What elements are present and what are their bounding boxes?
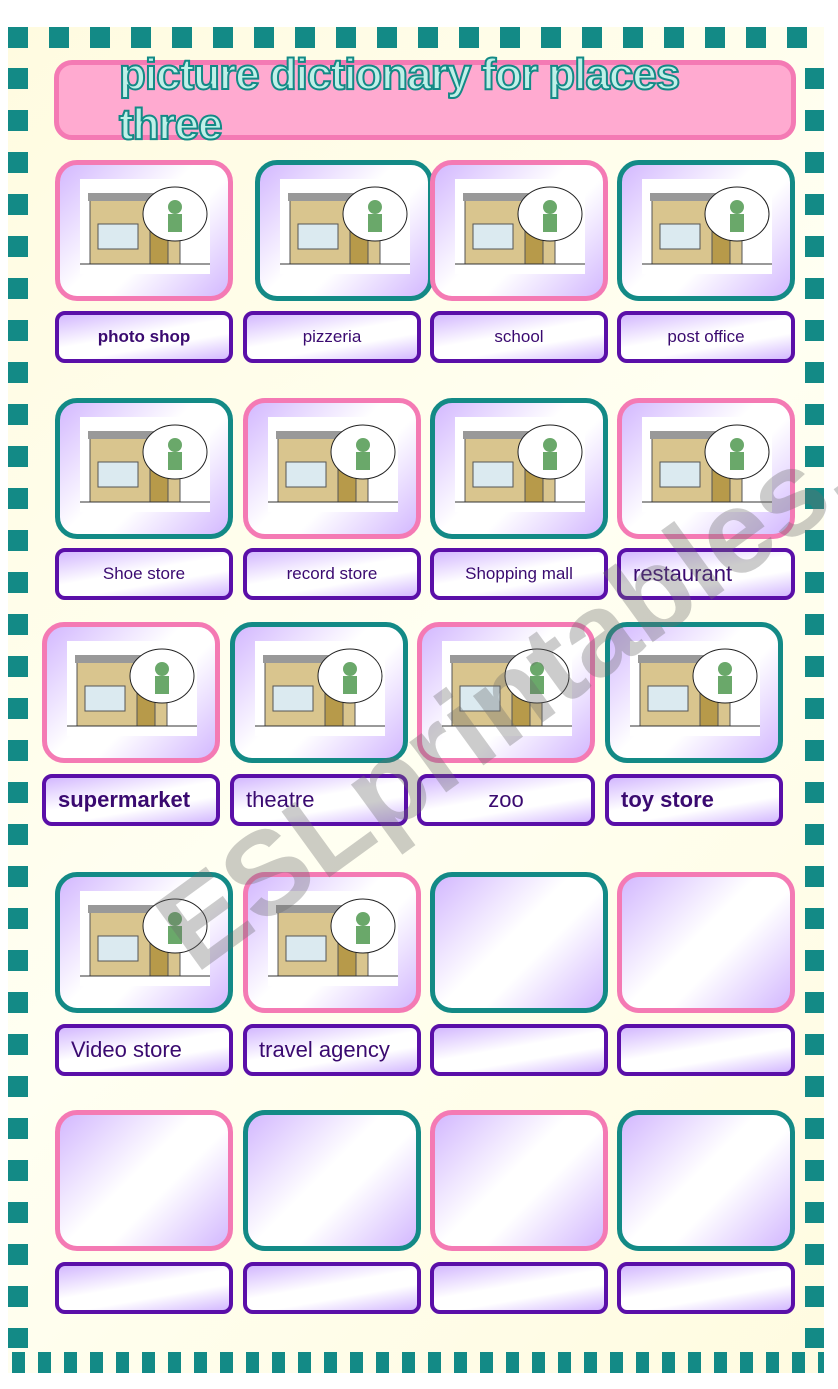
- building-illustration: [255, 641, 385, 736]
- building-illustration: [80, 891, 210, 986]
- picture-shoe-store: [55, 398, 233, 539]
- picture-photo-shop: [55, 160, 233, 301]
- empty-picture-box: [617, 872, 795, 1013]
- picture-post-office: [617, 160, 795, 301]
- word-label: record store: [243, 548, 421, 600]
- word-label-text: record store: [286, 564, 378, 583]
- word-label: zoo: [417, 774, 595, 826]
- word-label: Shopping mall: [430, 548, 608, 600]
- word-label-text: supermarket: [58, 787, 191, 812]
- word-label: theatre: [230, 774, 408, 826]
- word-label-text: school: [494, 327, 544, 346]
- word-label-text: photo shop: [97, 327, 191, 346]
- empty-word-label: [617, 1262, 795, 1314]
- building-illustration: [455, 179, 585, 274]
- empty-picture-box: [243, 1110, 421, 1251]
- building-illustration: [642, 417, 772, 512]
- word-label-text: toy store: [621, 787, 714, 812]
- page-title: picture dictionary for places three: [118, 49, 681, 150]
- dashed-border-right: [805, 68, 824, 1348]
- word-label-text: Shopping mall: [465, 564, 573, 583]
- word-label-text: pizzeria: [302, 327, 362, 346]
- building-illustration: [280, 179, 410, 274]
- empty-picture-box: [617, 1110, 795, 1251]
- empty-word-label: [430, 1024, 608, 1076]
- building-illustration: [67, 641, 197, 736]
- word-label: travel agency: [243, 1024, 421, 1076]
- picture-supermarket: [42, 622, 220, 763]
- building-illustration: [80, 179, 210, 274]
- word-label-text: Video store: [71, 1037, 182, 1062]
- picture-shopping-mall: [430, 398, 608, 539]
- empty-picture-box: [430, 1110, 608, 1251]
- empty-word-label: [55, 1262, 233, 1314]
- empty-picture-box: [55, 1110, 233, 1251]
- word-label: Video store: [55, 1024, 233, 1076]
- word-label: toy store: [605, 774, 783, 826]
- word-label-text: Shoe store: [102, 564, 186, 583]
- word-label: post office: [617, 311, 795, 363]
- building-illustration: [268, 417, 398, 512]
- word-label-text: theatre: [246, 787, 315, 812]
- building-illustration: [630, 641, 760, 736]
- picture-toy-store: [605, 622, 783, 763]
- building-illustration: [642, 179, 772, 274]
- empty-word-label: [243, 1262, 421, 1314]
- word-label: supermarket: [42, 774, 220, 826]
- picture-record-store: [243, 398, 421, 539]
- picture-theatre: [230, 622, 408, 763]
- picture-travel-agency: [243, 872, 421, 1013]
- dashed-border-top: [8, 27, 824, 48]
- picture-pizzeria: [255, 160, 433, 301]
- picture-zoo: [417, 622, 595, 763]
- word-label: Shoe store: [55, 548, 233, 600]
- word-label-text: travel agency: [259, 1037, 390, 1062]
- empty-word-label: [430, 1262, 608, 1314]
- building-illustration: [268, 891, 398, 986]
- building-illustration: [455, 417, 585, 512]
- picture-school: [430, 160, 608, 301]
- picture-restaurant: [617, 398, 795, 539]
- building-illustration: [442, 641, 572, 736]
- word-label-text: restaurant: [633, 561, 733, 586]
- word-label-text: zoo: [488, 787, 524, 812]
- empty-picture-box: [430, 872, 608, 1013]
- title-banner: picture dictionary for places three: [54, 49, 796, 150]
- picture-video-store: [55, 872, 233, 1013]
- word-label: school: [430, 311, 608, 363]
- empty-word-label: [617, 1024, 795, 1076]
- word-label: photo shop: [55, 311, 233, 363]
- word-label: restaurant: [617, 548, 795, 600]
- word-label: pizzeria: [243, 311, 421, 363]
- dashed-border-bottom: [12, 1352, 824, 1373]
- word-label-text: post office: [667, 327, 745, 346]
- building-illustration: [80, 417, 210, 512]
- dashed-border-left: [8, 68, 28, 1348]
